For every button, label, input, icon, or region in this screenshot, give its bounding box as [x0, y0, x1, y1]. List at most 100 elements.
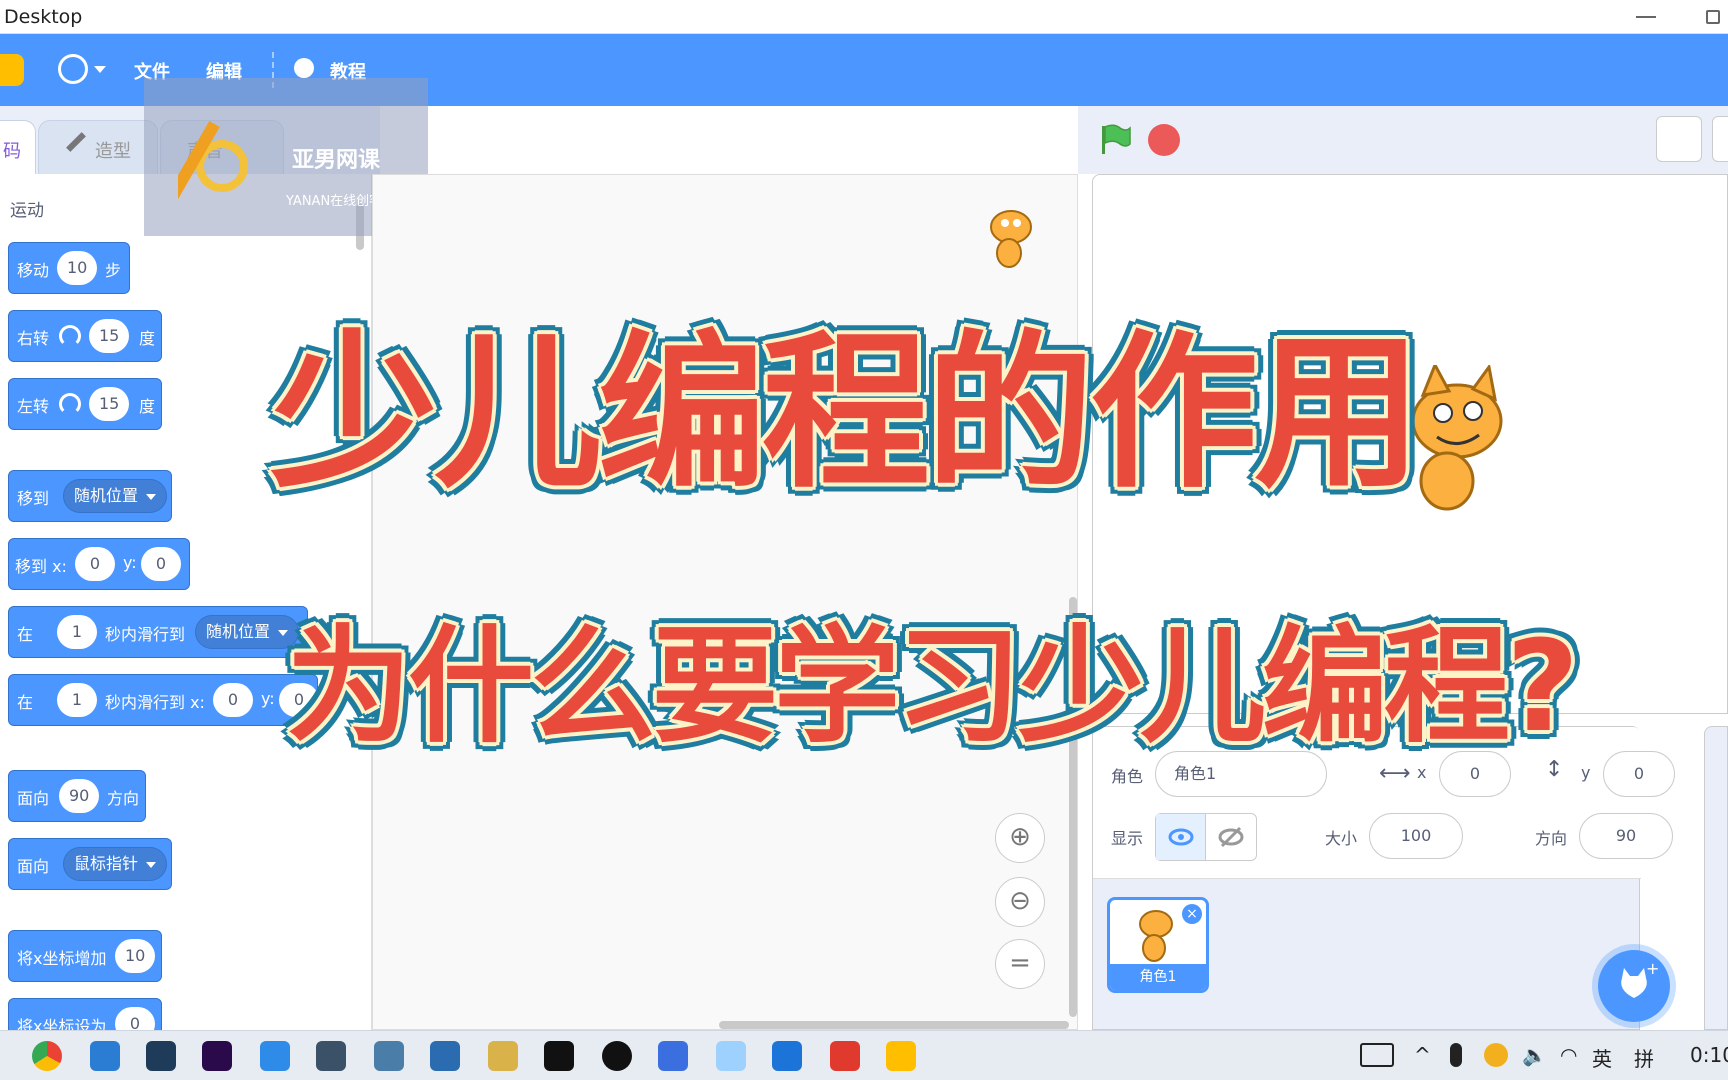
zoom-reset-button[interactable]: =: [995, 939, 1045, 989]
block-text: 左转: [17, 397, 50, 416]
window-titlebar: Desktop: [0, 0, 1728, 34]
premiere-icon[interactable]: [202, 1041, 232, 1071]
wifi-icon[interactable]: ◠: [1560, 1043, 1577, 1067]
direction-input[interactable]: 90: [1579, 813, 1673, 859]
tab-code[interactable]: 码: [0, 120, 36, 176]
volume-icon[interactable]: 🔈: [1522, 1043, 1547, 1067]
photoshop-icon[interactable]: [146, 1041, 176, 1071]
minimize-button[interactable]: [1636, 16, 1656, 18]
eye-icon: [1168, 828, 1194, 846]
zoom-out-button[interactable]: ⊖: [995, 877, 1045, 927]
block-move[interactable]: 移动 10 步: [8, 242, 130, 294]
add-sprite-button[interactable]: +: [1598, 950, 1670, 1022]
lightbulb-icon[interactable]: [294, 58, 314, 78]
chrome-icon[interactable]: [32, 1041, 62, 1071]
word-icon[interactable]: [90, 1041, 120, 1071]
scratch-taskbar-icon[interactable]: [886, 1041, 916, 1071]
block-point-direction[interactable]: 面向 90 方向: [8, 770, 146, 822]
hide-button[interactable]: [1206, 814, 1256, 860]
block-glide-xy[interactable]: 在 1 秒内滑行到 x: 0 y: 0: [8, 674, 319, 726]
app-icon[interactable]: [716, 1041, 746, 1071]
ime-language[interactable]: 英: [1592, 1043, 1612, 1072]
block-text: 右转: [17, 329, 50, 348]
size-input[interactable]: 100: [1369, 813, 1463, 859]
microphone-icon[interactable]: [1450, 1043, 1462, 1067]
chevron-down-icon[interactable]: [94, 66, 106, 73]
block-dropdown[interactable]: 随机位置: [195, 615, 300, 649]
globe-icon[interactable]: [58, 54, 88, 84]
block-input[interactable]: 10: [115, 939, 156, 973]
window-title: Desktop: [4, 6, 83, 28]
size-label: 大小: [1325, 829, 1358, 848]
taskbar: ^ 🔈 ◠ 英 拼 0:10: [0, 1030, 1728, 1080]
block-text: 秒内滑行到: [105, 625, 186, 644]
app-icon[interactable]: [260, 1041, 290, 1071]
workspace-hscrollbar[interactable]: [719, 1021, 1069, 1029]
restore-button[interactable]: [1706, 10, 1720, 24]
block-text: y:: [123, 553, 137, 572]
block-dropdown[interactable]: 鼠标指针: [63, 847, 168, 881]
y-input[interactable]: 0: [1603, 751, 1675, 797]
small-stage-button[interactable]: [1656, 116, 1702, 162]
zoom-in-button[interactable]: ⊕: [995, 813, 1045, 863]
code-workspace[interactable]: ⊕ ⊖ =: [372, 174, 1078, 1030]
block-input[interactable]: 15: [89, 387, 130, 421]
block-glide[interactable]: 在 1 秒内滑行到 随机位置: [8, 606, 308, 658]
tab-costumes[interactable]: 造型: [38, 120, 158, 176]
block-input[interactable]: 0: [141, 547, 181, 581]
scratch-logo[interactable]: [0, 54, 24, 86]
wps-icon[interactable]: [830, 1041, 860, 1071]
brush-icon: [66, 132, 86, 152]
sprite-cat-icon: [990, 210, 1032, 268]
block-input[interactable]: 10: [57, 251, 98, 285]
capcut-icon[interactable]: [602, 1041, 632, 1071]
file-explorer-icon[interactable]: [488, 1041, 518, 1071]
keyboard-icon[interactable]: [1360, 1043, 1394, 1067]
block-input[interactable]: 90: [59, 779, 100, 813]
block-change-x[interactable]: 将x坐标增加 10: [8, 930, 162, 982]
stop-button[interactable]: [1148, 124, 1180, 156]
block-text: y:: [261, 689, 275, 708]
chevron-up-icon[interactable]: ^: [1414, 1043, 1431, 1067]
block-input[interactable]: 1: [57, 683, 97, 717]
delete-sprite-button[interactable]: ×: [1182, 904, 1202, 924]
block-dropdown[interactable]: 随机位置: [63, 479, 168, 513]
block-text: 移到 x:: [15, 557, 67, 576]
pycharm-icon[interactable]: [544, 1041, 574, 1071]
block-goto[interactable]: 移到 随机位置: [8, 470, 172, 522]
block-goto-xy[interactable]: 移到 x: 0 y: 0: [8, 538, 190, 590]
block-point-towards[interactable]: 面向 鼠标指针: [8, 838, 172, 890]
block-input[interactable]: 1: [57, 615, 97, 649]
svg-text:+: +: [1646, 959, 1659, 978]
block-turn-left[interactable]: 左转 15 度: [8, 378, 162, 430]
clock[interactable]: 0:10: [1690, 1043, 1728, 1067]
block-text: 面向: [17, 789, 50, 808]
block-input[interactable]: 0: [115, 1007, 155, 1030]
app-icon[interactable]: [374, 1041, 404, 1071]
green-flag-icon[interactable]: [1100, 124, 1132, 154]
block-turn-right[interactable]: 右转 15 度: [8, 310, 162, 362]
rotate-left-icon: [59, 393, 81, 415]
show-label: 显示: [1111, 829, 1144, 848]
block-text: 将x坐标增加: [17, 949, 107, 968]
block-text: 将x坐标设为: [17, 1017, 107, 1030]
block-input[interactable]: 15: [89, 319, 130, 353]
block-text: 移到: [17, 489, 50, 508]
block-input[interactable]: 0: [213, 683, 253, 717]
app-icon[interactable]: [430, 1041, 460, 1071]
large-stage-button[interactable]: [1712, 116, 1728, 162]
qq-icon[interactable]: [1484, 1043, 1508, 1067]
app-icon[interactable]: [658, 1041, 688, 1071]
ime-mode[interactable]: 拼: [1634, 1043, 1654, 1072]
sprite-pane: 角色 角色1 ⟷ x 0 ↕ y 0 显示 大小 100 方向 90 × 角色1: [1092, 726, 1675, 1030]
sprite-thumbnail[interactable]: × 角色1: [1107, 897, 1209, 993]
app-icon[interactable]: [316, 1041, 346, 1071]
app-icon[interactable]: [772, 1041, 802, 1071]
show-button[interactable]: [1156, 814, 1206, 860]
block-set-x[interactable]: 将x坐标设为 0: [8, 998, 162, 1030]
block-text: 面向: [17, 857, 50, 876]
block-input[interactable]: 0: [75, 547, 115, 581]
eye-slash-icon: [1218, 826, 1244, 848]
tab-code-label: 码: [3, 141, 21, 162]
wrench-icon: [178, 121, 248, 205]
